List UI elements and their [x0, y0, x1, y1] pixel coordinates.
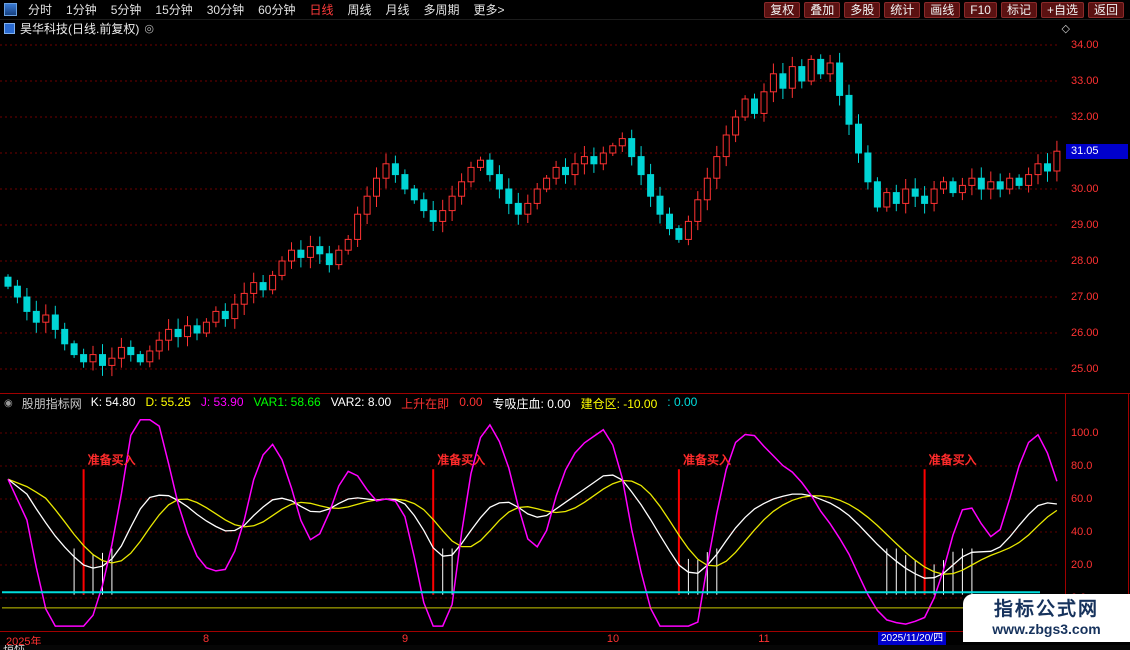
indicator-value: : 0.00 — [667, 395, 697, 412]
app-icon[interactable] — [4, 3, 17, 16]
date-tick: 11 — [758, 633, 769, 645]
candles-group — [5, 53, 1060, 376]
period-tab-5分钟[interactable]: 5分钟 — [104, 0, 149, 20]
action-button-+自选[interactable]: +自选 — [1041, 2, 1084, 18]
period-tab-月线[interactable]: 月线 — [379, 0, 417, 20]
period-tab-日线[interactable]: 日线 — [302, 0, 340, 20]
d-line — [8, 479, 1057, 574]
price-tick: 33.00 — [1071, 75, 1099, 87]
buy-signal-label: 准备买入 — [929, 451, 977, 468]
indicator-header: ◉ 股朋指标网 K: 54.80 D: 55.25 J: 53.90 VAR1: 58… — [0, 394, 1060, 413]
watermark-title: 指标公式网 — [994, 599, 1099, 621]
price-tick: 34.00 — [1071, 39, 1099, 51]
period-tab-15分钟[interactable]: 15分钟 — [148, 0, 199, 20]
diamond-icon[interactable]: ◇ — [1062, 22, 1070, 35]
indicator-tick: 100.0 — [1071, 427, 1099, 439]
j-line — [8, 420, 1057, 626]
period-tabs: 分时1分钟5分钟15分钟30分钟60分钟日线周线月线多周期更多> — [21, 0, 512, 20]
indicator-value: 专吸庄血: 0.00 — [493, 395, 571, 412]
status-bar: 指标 — [0, 645, 1130, 650]
price-tick: 26.00 — [1071, 327, 1099, 339]
indicator-tick: 60.0 — [1071, 493, 1092, 505]
title-bar: 昊华科技(日线.前复权) ◎ ◇ — [0, 20, 1130, 36]
indicator-name[interactable]: 股朋指标网 — [22, 395, 82, 412]
price-axis: 34.00 33.00 32.00 30.00 29.00 28.00 27.00 26.00… — [1066, 36, 1130, 393]
indicator-value: D: 55.25 — [145, 395, 190, 412]
main-chart-plot[interactable] — [0, 36, 1066, 393]
indicator-tick: 80.0 — [1071, 460, 1092, 472]
buy-signal-label: 准备买入 — [437, 451, 485, 468]
watermark: 指标公式网 www.zbgs3.com — [963, 594, 1130, 642]
k-line — [8, 475, 1057, 578]
date-tick: 10 — [607, 633, 619, 645]
action-button-统计[interactable]: 统计 — [884, 2, 920, 18]
indicator-tick: 40.0 — [1071, 526, 1092, 538]
stock-title: 昊华科技(日线.前复权) — [20, 20, 139, 37]
current-price-badge: 31.05 — [1066, 144, 1128, 159]
buy-signal-label: 准备买入 — [683, 451, 731, 468]
indicator-plot[interactable] — [0, 414, 1066, 630]
action-button-画线[interactable]: 画线 — [924, 2, 960, 18]
date-axis[interactable]: 2025/11/20/四 2025年891011 — [0, 631, 1130, 645]
indicator-values: K: 54.80 D: 55.25 J: 53.90 VAR1: 58.66 VAR2:… — [91, 395, 698, 412]
price-tick: 32.00 — [1071, 111, 1099, 123]
date-tick: 9 — [402, 633, 408, 645]
target-circle-icon[interactable]: ◎ — [144, 22, 154, 35]
indicator-value: 0.00 — [459, 395, 482, 412]
indicator-value: J: 53.90 — [201, 395, 244, 412]
action-button-F10[interactable]: F10 — [964, 2, 997, 18]
period-tab-分时[interactable]: 分时 — [21, 0, 59, 20]
action-button-多股[interactable]: 多股 — [844, 2, 880, 18]
price-tick: 25.00 — [1071, 363, 1099, 375]
period-tab-更多>[interactable]: 更多> — [467, 0, 512, 20]
indicator-value: 上升在即 — [401, 395, 449, 412]
period-tab-1分钟[interactable]: 1分钟 — [59, 0, 104, 20]
period-tab-60分钟[interactable]: 60分钟 — [251, 0, 302, 20]
action-button-叠加[interactable]: 叠加 — [804, 2, 840, 18]
action-button-标记[interactable]: 标记 — [1001, 2, 1037, 18]
current-date-badge: 2025/11/20/四 — [878, 632, 946, 645]
indicator-expand-icon[interactable]: ◉ — [4, 398, 13, 409]
white-ticks-group — [74, 549, 972, 595]
indicator-tick: 20.0 — [1071, 559, 1092, 571]
indicator-value: 建仓区: -10.00 — [581, 395, 658, 412]
period-tab-周线[interactable]: 周线 — [340, 0, 378, 20]
indicator-value: VAR1: 58.66 — [254, 395, 321, 412]
date-tick: 8 — [203, 633, 209, 645]
indicator-value: VAR2: 8.00 — [331, 395, 391, 412]
indicator-value: K: 54.80 — [91, 395, 136, 412]
toolbar-actions: 复权叠加多股统计画线F10标记+自选返回 — [764, 2, 1128, 18]
top-toolbar: 分时1分钟5分钟15分钟30分钟60分钟日线周线月线多周期更多> 复权叠加多股统… — [0, 0, 1130, 20]
price-tick: 29.00 — [1071, 219, 1099, 231]
buy-signal-lines — [84, 469, 925, 594]
price-tick: 30.00 — [1071, 183, 1099, 195]
ledger-icon[interactable] — [4, 23, 15, 34]
action-button-复权[interactable]: 复权 — [764, 2, 800, 18]
period-tab-30分钟[interactable]: 30分钟 — [200, 0, 251, 20]
price-tick: 28.00 — [1071, 255, 1099, 267]
status-bar-text: 指标 — [3, 645, 25, 650]
buy-signal-label: 准备买入 — [88, 451, 136, 468]
action-button-返回[interactable]: 返回 — [1088, 2, 1124, 18]
price-tick: 27.00 — [1071, 291, 1099, 303]
watermark-url: www.zbgs3.com — [992, 621, 1100, 638]
period-tab-多周期[interactable]: 多周期 — [417, 0, 467, 20]
